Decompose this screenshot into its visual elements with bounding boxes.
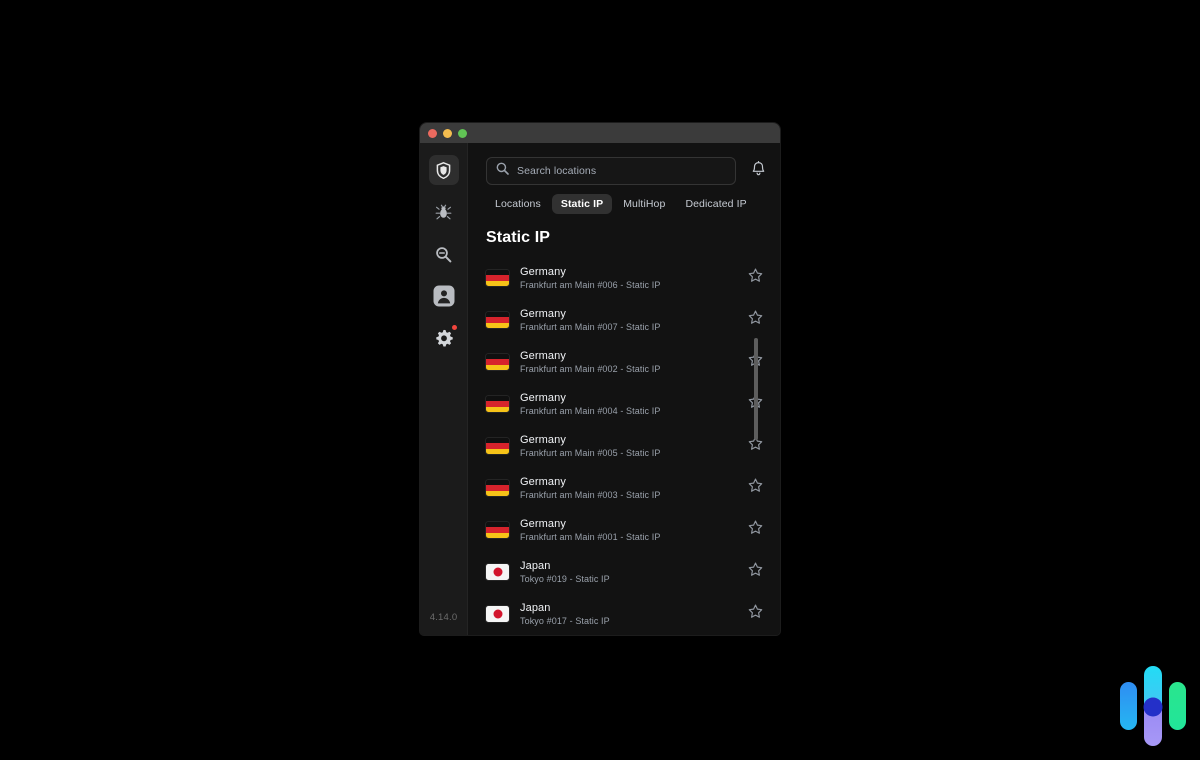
- tab-multihop[interactable]: MultiHop: [614, 194, 674, 214]
- locations-list: Germany Frankfurt am Main #006 - Static I…: [468, 257, 780, 635]
- japan-flag-icon: [486, 564, 509, 580]
- location-row[interactable]: Germany Frankfurt am Main #004 - Static I…: [468, 383, 780, 425]
- search-input[interactable]: Search locations: [486, 157, 736, 185]
- germany-flag-icon: [486, 522, 509, 538]
- screen-root: 4.14.0 Search locations Locations Static…: [0, 0, 1200, 760]
- person-icon: [433, 285, 455, 307]
- window-body: 4.14.0 Search locations Locations Static…: [420, 143, 780, 635]
- location-text: Germany Frankfurt am Main #003 - Static I…: [520, 475, 733, 502]
- locations-list-container: Static IP Germany Frankfurt am Main #006 …: [468, 221, 780, 635]
- sidebar-item-threat-protection[interactable]: [429, 197, 459, 227]
- star-icon: [748, 478, 763, 498]
- japan-flag-icon: [486, 606, 509, 622]
- location-country: Japan: [520, 559, 551, 572]
- location-country: Germany: [520, 475, 566, 488]
- tab-bar: Locations Static IP MultiHop Dedicated I…: [468, 185, 780, 221]
- bug-icon: [435, 204, 452, 221]
- tab-static-ip[interactable]: Static IP: [551, 194, 613, 214]
- app-window: 4.14.0 Search locations Locations Static…: [420, 123, 780, 635]
- location-server: Frankfurt am Main #002 - Static IP: [520, 363, 661, 374]
- location-country: Germany: [520, 349, 566, 362]
- star-icon: [748, 310, 763, 330]
- location-row[interactable]: Germany Frankfurt am Main #001 - Static I…: [468, 509, 780, 551]
- tab-locations[interactable]: Locations: [486, 194, 550, 214]
- maximize-window-button[interactable]: [458, 128, 467, 138]
- app-version-label: 4.14.0: [429, 612, 458, 623]
- location-row[interactable]: Germany Frankfurt am Main #007 - Static I…: [468, 299, 780, 341]
- germany-flag-icon: [486, 270, 509, 286]
- favorite-star-button[interactable]: [744, 309, 766, 331]
- location-text: Germany Frankfurt am Main #005 - Static I…: [520, 433, 733, 460]
- search-icon: [435, 246, 452, 263]
- star-icon: [748, 520, 763, 540]
- location-text: Japan Tokyo #019 - Static IP: [520, 559, 733, 586]
- sidebar-item-search[interactable]: [429, 239, 459, 269]
- location-row[interactable]: Germany Frankfurt am Main #002 - Static I…: [468, 341, 780, 383]
- location-country: Germany: [520, 433, 566, 446]
- list-scrollbar-track[interactable]: [754, 229, 769, 489]
- star-icon: [748, 604, 763, 624]
- location-country: Germany: [520, 265, 566, 278]
- location-text: Germany Frankfurt am Main #007 - Static I…: [520, 307, 733, 334]
- location-text: Germany Frankfurt am Main #004 - Static I…: [520, 391, 733, 418]
- list-scrollbar-thumb[interactable]: [754, 338, 758, 440]
- germany-flag-icon: [486, 480, 509, 496]
- location-text: Germany Frankfurt am Main #006 - Static I…: [520, 265, 733, 292]
- germany-flag-icon: [486, 438, 509, 454]
- star-icon: [748, 268, 763, 288]
- location-server: Frankfurt am Main #005 - Static IP: [520, 447, 661, 458]
- close-window-button[interactable]: [428, 128, 437, 138]
- germany-flag-icon: [486, 354, 509, 370]
- settings-notification-badge: [451, 325, 457, 330]
- location-text: Japan Tokyo #017 - Static IP: [520, 601, 733, 628]
- location-country: Germany: [520, 307, 566, 320]
- location-server: Frankfurt am Main #003 - Static IP: [520, 489, 661, 500]
- favorite-star-button[interactable]: [744, 477, 766, 499]
- favorite-star-button[interactable]: [744, 561, 766, 583]
- page-title: Static IP: [486, 229, 551, 246]
- location-row[interactable]: Japan Tokyo #019 - Static IP: [468, 551, 780, 593]
- star-icon: [748, 562, 763, 582]
- favorite-star-button[interactable]: [744, 603, 766, 625]
- main-panel: Search locations Locations Static IP Mul…: [468, 143, 780, 635]
- location-server: Frankfurt am Main #001 - Static IP: [520, 531, 661, 542]
- location-row[interactable]: Germany Frankfurt am Main #005 - Static I…: [468, 425, 780, 467]
- location-text: Germany Frankfurt am Main #002 - Static I…: [520, 349, 733, 376]
- location-row[interactable]: Germany Frankfurt am Main #006 - Static I…: [468, 257, 780, 299]
- search-placeholder: Search locations: [517, 165, 597, 177]
- favorite-star-button[interactable]: [744, 267, 766, 289]
- location-country: Germany: [520, 391, 566, 404]
- location-server: Frankfurt am Main #007 - Static IP: [520, 321, 661, 332]
- location-server: Tokyo #019 - Static IP: [520, 573, 610, 584]
- germany-flag-icon: [486, 312, 509, 328]
- window-titlebar[interactable]: [420, 123, 780, 143]
- search-icon: [496, 162, 509, 180]
- location-row[interactable]: Japan Tokyo #017 - Static IP: [468, 593, 780, 635]
- search-row: Search locations: [468, 143, 780, 185]
- favorite-star-button[interactable]: [744, 519, 766, 541]
- location-text: Germany Frankfurt am Main #001 - Static I…: [520, 517, 733, 544]
- bell-icon: [751, 160, 766, 182]
- shield-icon: [436, 161, 451, 179]
- minimize-window-button[interactable]: [443, 128, 452, 138]
- notifications-button[interactable]: [748, 160, 768, 182]
- germany-flag-icon: [486, 396, 509, 412]
- location-country: Japan: [520, 601, 551, 614]
- tab-dedicated-ip[interactable]: Dedicated IP: [676, 194, 755, 214]
- sidebar-item-settings[interactable]: [429, 323, 459, 353]
- location-country: Germany: [520, 517, 566, 530]
- brand-logo: [1116, 660, 1190, 752]
- location-row[interactable]: Germany Frankfurt am Main #003 - Static I…: [468, 467, 780, 509]
- sidebar: 4.14.0: [420, 143, 468, 635]
- location-server: Frankfurt am Main #006 - Static IP: [520, 279, 661, 290]
- location-server: Frankfurt am Main #004 - Static IP: [520, 405, 661, 416]
- sidebar-item-vpn[interactable]: [428, 155, 459, 185]
- gear-icon: [435, 329, 453, 347]
- location-server: Tokyo #017 - Static IP: [520, 615, 610, 626]
- sidebar-item-account[interactable]: [429, 281, 459, 311]
